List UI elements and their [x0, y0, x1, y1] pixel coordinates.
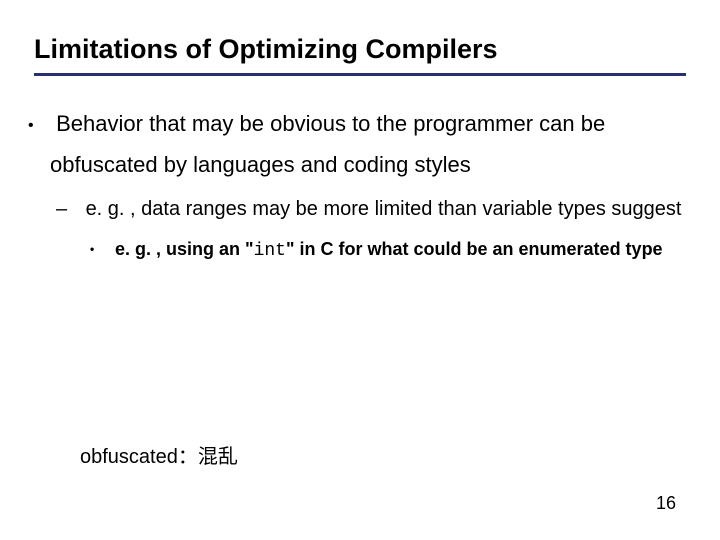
title-underline	[34, 73, 686, 76]
page-number: 16	[656, 493, 676, 514]
bullet-item-1: Behavior that may be obvious to the prog…	[50, 104, 686, 267]
bullet-list-level2: e. g. , data ranges may be more limited …	[50, 191, 686, 267]
sub-item-1: e. g. , data ranges may be more limited …	[80, 191, 686, 267]
code-int: int	[254, 241, 286, 261]
subsub-post: " in C for what could be an enumerated t…	[286, 239, 663, 259]
subsub-item-1: e. g. , using an "int" in C for what cou…	[110, 234, 686, 267]
bullet-list-level3: e. g. , using an "int" in C for what cou…	[80, 234, 686, 267]
bullet-list-level1: Behavior that may be obvious to the prog…	[34, 104, 686, 267]
bullet-text-1: Behavior that may be obvious to the prog…	[50, 111, 605, 177]
subsub-pre: e. g. , using an "	[115, 239, 254, 259]
footnote: obfuscated：混乱	[80, 440, 238, 469]
sub-text-1: e. g. , data ranges may be more limited …	[86, 198, 682, 220]
slide-title: Limitations of Optimizing Compilers	[34, 34, 686, 65]
slide: Limitations of Optimizing Compilers Beha…	[0, 0, 720, 540]
